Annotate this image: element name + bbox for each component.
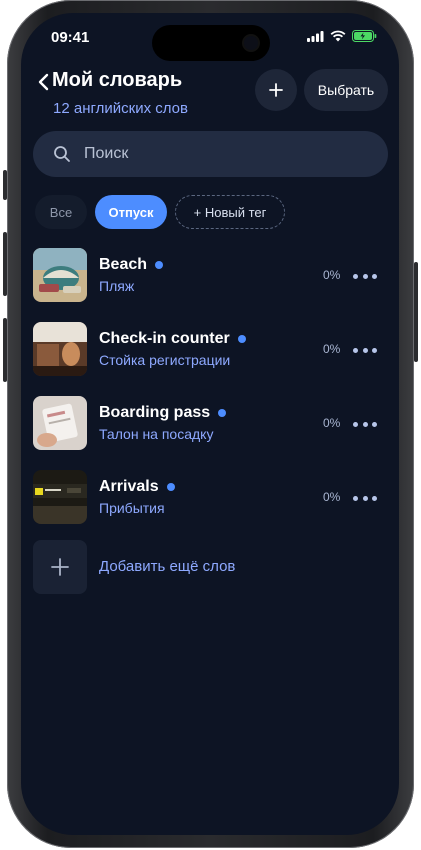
status-time: 09:41 [51, 29, 90, 46]
progress-percent: 0% [323, 490, 341, 504]
progress-percent: 0% [323, 342, 341, 356]
select-button[interactable]: Выбрать [304, 69, 388, 111]
progress-percent: 0% [323, 416, 341, 430]
more-options-icon[interactable] [353, 340, 377, 360]
volume-up-button [3, 232, 7, 296]
word-term: Boarding pass [99, 404, 227, 422]
search-icon [54, 146, 70, 162]
word-term: Check-in counter [99, 330, 246, 348]
dynamic-island [152, 25, 270, 61]
app-screen: 09:41 Мой словарь 12 английских слов Выб… [21, 13, 399, 835]
more-options-icon[interactable] [353, 414, 377, 434]
power-button [414, 262, 418, 362]
new-word-indicator [218, 409, 227, 417]
add-word-tile[interactable] [33, 540, 87, 594]
word-term: Beach [99, 256, 164, 274]
more-options-icon[interactable] [353, 488, 377, 508]
word-image [33, 248, 87, 302]
new-word-indicator [166, 483, 175, 491]
camera-icon [244, 36, 258, 50]
new-word-indicator [237, 335, 246, 343]
new-word-indicator [155, 261, 164, 269]
add-word-button[interactable] [255, 69, 297, 111]
filter-chip-vacation[interactable]: Отпуск [95, 195, 167, 229]
plus-icon [51, 558, 69, 576]
search-placeholder: Поиск [84, 145, 129, 162]
page-title: Мой словарь [52, 69, 183, 91]
battery-icon [352, 30, 377, 42]
word-row[interactable]: Boarding pass Талон на посадку 0% [33, 396, 388, 452]
signal-icon [307, 30, 324, 42]
word-term: Arrivals [99, 478, 175, 496]
word-row[interactable]: Beach Пляж 0% [33, 248, 388, 304]
wifi-icon [330, 30, 346, 42]
filter-chip-all[interactable]: Все [35, 195, 87, 229]
action-button [3, 170, 7, 200]
more-options-icon[interactable] [353, 266, 377, 286]
word-image [33, 470, 87, 524]
word-count: 12 английских слов [53, 100, 188, 117]
volume-down-button [3, 318, 7, 382]
status-icons [307, 30, 377, 42]
word-translation: Пляж [99, 278, 135, 294]
progress-percent: 0% [323, 268, 341, 282]
word-row[interactable]: Arrivals Прибытия 0% [33, 470, 388, 526]
word-row[interactable]: Check-in counter Стойка регистрации 0% [33, 322, 388, 378]
word-translation: Прибытия [99, 500, 165, 516]
new-tag-button[interactable]: + Новый тег [175, 195, 285, 229]
add-more-words-label: Добавить ещё слов [99, 558, 236, 575]
word-translation: Стойка регистрации [99, 352, 231, 368]
word-image [33, 396, 87, 450]
plus-icon [269, 83, 283, 97]
word-image [33, 322, 87, 376]
search-input[interactable]: Поиск [33, 131, 388, 177]
word-translation: Талон на посадку [99, 426, 214, 442]
add-more-words-row[interactable]: Добавить ещё слов [33, 540, 388, 596]
